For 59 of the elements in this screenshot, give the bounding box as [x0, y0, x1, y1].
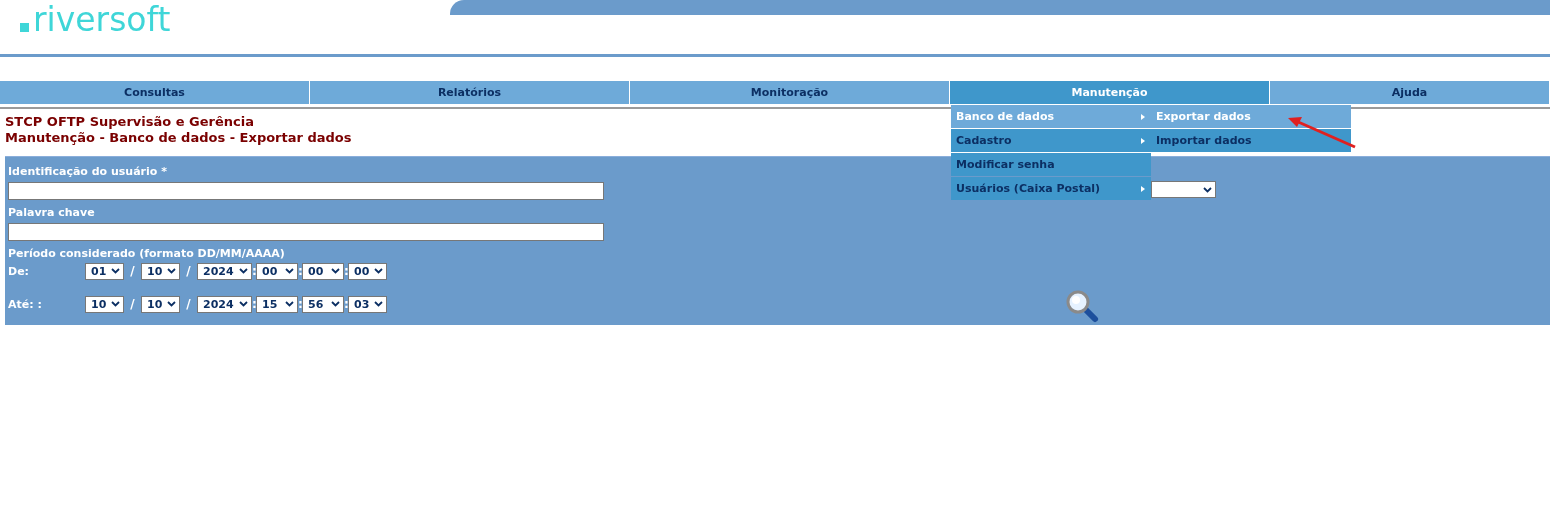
- select-field[interactable]: 00: [302, 262, 344, 280]
- search-icon[interactable]: [1065, 290, 1101, 324]
- chevron-icon: [167, 268, 176, 274]
- submenu-arrow-icon: [1141, 113, 1145, 120]
- chevron-icon: [331, 268, 340, 274]
- select-field[interactable]: 00: [348, 262, 387, 280]
- separator: :: [344, 264, 348, 278]
- select-field[interactable]: 56: [302, 295, 344, 313]
- menu-item[interactable]: Usuários (Caixa Postal): [951, 177, 1151, 200]
- nav-tab[interactable]: Consultas: [0, 81, 310, 104]
- separator: :: [298, 264, 302, 278]
- nav-tab[interactable]: Ajuda: [1270, 81, 1550, 104]
- chevron-icon: [285, 268, 294, 274]
- logo: riversoft: [20, 4, 171, 36]
- chevron-icon: [374, 268, 383, 274]
- chevron-icon: [111, 301, 120, 307]
- chevron-icon: [167, 301, 176, 307]
- menu-item[interactable]: Importar dados: [1151, 129, 1351, 152]
- select-field[interactable]: 10: [141, 295, 180, 313]
- nav-tab[interactable]: Monitoração: [630, 81, 950, 104]
- separator: /: [185, 264, 192, 278]
- separator: :: [344, 297, 348, 311]
- chevron-icon: [111, 268, 120, 274]
- separator: /: [129, 264, 136, 278]
- separator: /: [129, 297, 136, 311]
- submenu-arrow-icon: [1141, 137, 1145, 144]
- separator: :: [252, 264, 256, 278]
- chevron-icon: [374, 301, 383, 307]
- select-field[interactable]: 2024: [197, 295, 252, 313]
- nav-tab[interactable]: Relatórios: [310, 81, 630, 104]
- select-field[interactable]: 10: [141, 262, 180, 280]
- field-label: Identificação do usuário *: [8, 165, 167, 179]
- chevron-icon: [331, 301, 340, 307]
- select-field[interactable]: 10: [85, 295, 124, 313]
- chevron-icon: [239, 268, 248, 274]
- separator: :: [252, 297, 256, 311]
- menu-item[interactable]: Modificar senha: [951, 153, 1151, 176]
- separator: :: [298, 297, 302, 311]
- select-field[interactable]: 00: [256, 262, 298, 280]
- period-label: Período considerado (formato DD/MM/AAAA): [8, 247, 285, 261]
- page-title: STCP OFTP Supervisão e Gerência: [5, 114, 254, 130]
- select-field[interactable]: 2024: [197, 262, 252, 280]
- select-field[interactable]: 01: [85, 262, 124, 280]
- select-field[interactable]: 15: [256, 295, 298, 313]
- chevron-icon: [239, 301, 248, 307]
- submenu-arrow-icon: [1141, 185, 1145, 192]
- chevron-icon: [1203, 186, 1212, 193]
- separator: /: [185, 297, 192, 311]
- arrow-annotation: [1286, 114, 1358, 150]
- input-field[interactable]: [8, 223, 604, 241]
- select-field[interactable]: 03: [348, 295, 387, 313]
- input-field[interactable]: [8, 182, 604, 200]
- date-label: De:: [8, 264, 30, 278]
- breadcrumb: Manutenção - Banco de dados - Exportar dados: [5, 130, 352, 146]
- date-label: Até: :: [8, 297, 43, 311]
- select-field[interactable]: [1151, 181, 1216, 198]
- field-label: Palavra chave: [8, 206, 95, 220]
- menu-item[interactable]: Cadastro: [951, 129, 1151, 152]
- chevron-icon: [285, 301, 294, 307]
